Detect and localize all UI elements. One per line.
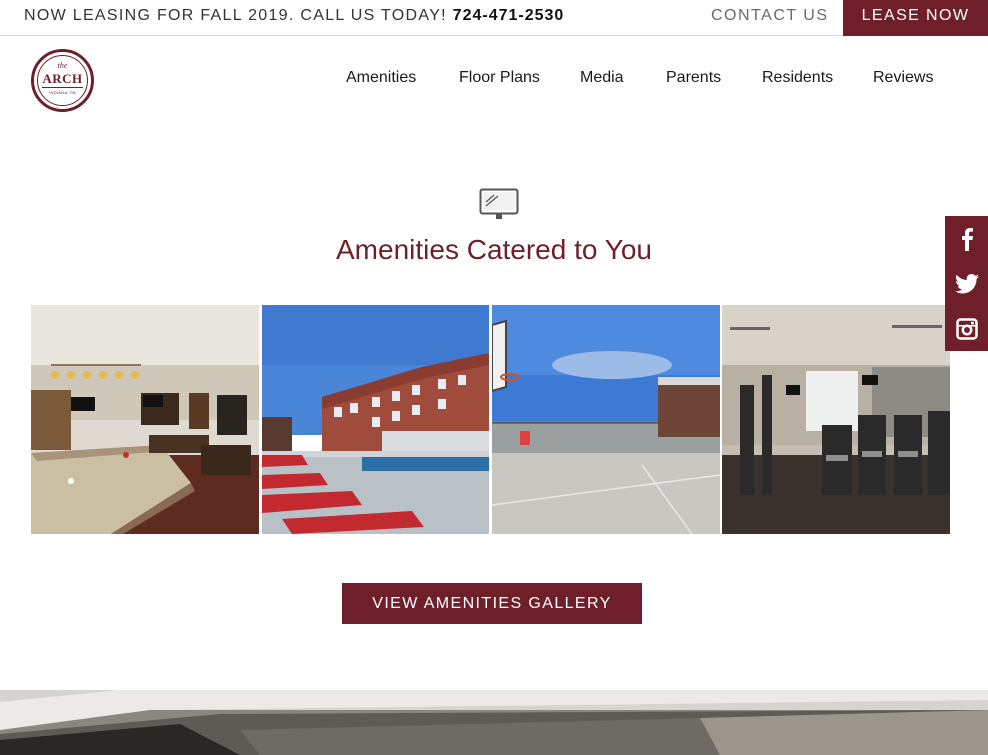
logo-location: INDIANA, PA [49, 90, 76, 95]
nav-residents[interactable]: Residents [762, 69, 833, 87]
nav-parents[interactable]: Parents [666, 69, 721, 87]
leasing-promo: NOW LEASING FOR FALL 2019. CALL US TODAY… [24, 7, 564, 25]
nav-floor-plans[interactable]: Floor Plans [459, 69, 540, 87]
view-amenities-gallery-button[interactable]: VIEW AMENITIES GALLERY [342, 583, 642, 624]
lease-now-button[interactable]: LEASE NOW [843, 0, 988, 36]
facebook-icon[interactable] [945, 216, 988, 261]
social-sidebar [945, 216, 988, 351]
contact-us-link[interactable]: CONTACT US [711, 7, 829, 25]
nav-amenities[interactable]: Amenities [346, 69, 416, 87]
promo-text: NOW LEASING FOR FALL 2019. CALL US TODAY… [24, 7, 447, 24]
game-room-photo[interactable] [31, 305, 259, 534]
pool-deck-photo[interactable] [262, 305, 489, 534]
nav-reviews[interactable]: Reviews [873, 69, 933, 87]
instagram-icon[interactable] [945, 306, 988, 351]
phone-link[interactable]: 724-471-2530 [453, 7, 565, 24]
monitor-icon [479, 188, 519, 222]
amenities-heading: Amenities Catered to You [336, 234, 652, 265]
top-bar: NOW LEASING FOR FALL 2019. CALL US TODAY… [0, 0, 988, 36]
nav-media[interactable]: Media [580, 69, 624, 87]
fitness-center-photo[interactable] [722, 305, 950, 534]
twitter-icon[interactable] [945, 261, 988, 306]
hero-banner-image [0, 690, 988, 755]
main-nav: Amenities Floor Plans Media Parents Resi… [0, 69, 988, 89]
basketball-court-photo[interactable] [492, 305, 720, 534]
